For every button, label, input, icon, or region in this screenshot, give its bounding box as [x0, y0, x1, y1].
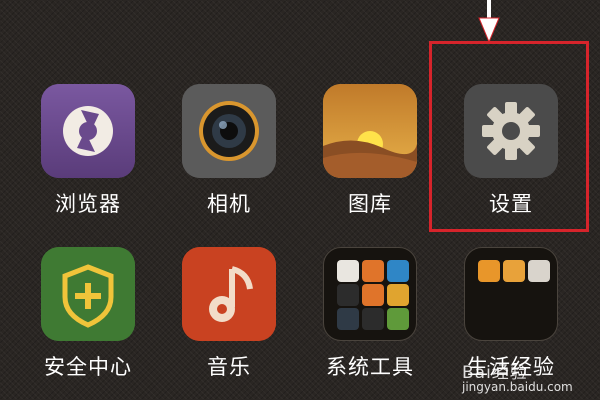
baidu-jingyan-watermark: Bai经验 jingyan.baidu.com	[462, 358, 594, 400]
life-folder-icon	[464, 247, 558, 341]
shopping-bag-icon	[503, 260, 525, 282]
microphone-icon	[362, 308, 384, 330]
down-arrow-icon	[478, 0, 500, 44]
notes-icon	[387, 284, 409, 306]
app-label: 系统工具	[326, 355, 414, 379]
upload-icon	[362, 260, 384, 282]
gallery-icon	[323, 84, 417, 178]
record-icon	[337, 284, 359, 306]
app-label: 浏览器	[55, 192, 121, 216]
app-label: 图库	[348, 192, 392, 216]
music-note-icon	[182, 247, 276, 341]
app-label: 音乐	[207, 355, 251, 379]
security-shield-icon	[41, 247, 135, 341]
camera-icon	[182, 84, 276, 178]
download-icon	[387, 308, 409, 330]
app-label: 安全中心	[44, 355, 132, 379]
mail-icon	[337, 260, 359, 282]
compass-icon	[337, 308, 359, 330]
watermark-url: jingyan.baidu.com	[462, 380, 573, 394]
app-label: 相机	[207, 192, 251, 216]
settings-highlight-box	[429, 41, 589, 232]
system-tools-folder-icon	[323, 247, 417, 341]
tuxedo-icon	[528, 260, 550, 282]
browser-icon	[41, 84, 135, 178]
bear-icon	[478, 260, 500, 282]
calculator-icon	[362, 284, 384, 306]
clock-icon	[387, 260, 409, 282]
